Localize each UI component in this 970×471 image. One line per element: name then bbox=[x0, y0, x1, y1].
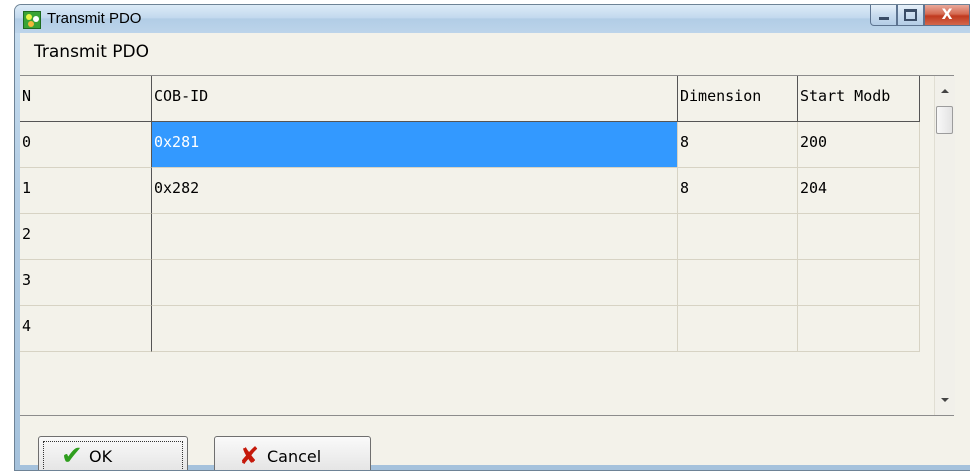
title-bar[interactable]: Transmit PDO X bbox=[15, 5, 970, 33]
close-icon: X bbox=[941, 7, 953, 23]
column-header-n[interactable]: N bbox=[20, 76, 152, 122]
table-row: 0 0x281 8 200 bbox=[20, 122, 920, 168]
start-modbus-cell[interactable] bbox=[798, 306, 920, 352]
scroll-thumb[interactable] bbox=[936, 106, 953, 134]
column-header-dimension[interactable]: Dimension bbox=[678, 76, 798, 122]
app-icon bbox=[23, 11, 41, 29]
dimension-cell[interactable]: 8 bbox=[678, 168, 798, 214]
row-header[interactable]: 2 bbox=[20, 214, 152, 260]
cob-id-cell[interactable] bbox=[152, 214, 678, 260]
column-header-start-modbus[interactable]: Start Modb bbox=[798, 76, 920, 122]
cob-id-cell[interactable]: 0x281 bbox=[152, 122, 678, 168]
check-icon: ✔ bbox=[61, 441, 83, 471]
dimension-cell[interactable] bbox=[678, 306, 798, 352]
close-button[interactable]: X bbox=[924, 5, 970, 26]
dimension-cell[interactable] bbox=[678, 214, 798, 260]
scroll-up-icon[interactable] bbox=[941, 89, 949, 93]
cob-id-cell[interactable]: 0x282 bbox=[152, 168, 678, 214]
window-controls: X bbox=[870, 5, 970, 27]
dialog-window: Transmit PDO X Transmit PDO N COB-ID Dim… bbox=[14, 4, 970, 471]
table-row: 1 0x282 8 204 bbox=[20, 168, 920, 214]
start-modbus-cell[interactable] bbox=[798, 260, 920, 306]
row-header[interactable]: 0 bbox=[20, 122, 152, 168]
row-header[interactable]: 3 bbox=[20, 260, 152, 306]
window-title: Transmit PDO bbox=[47, 10, 142, 27]
table-header-row: N COB-ID Dimension Start Modb bbox=[20, 76, 920, 122]
minimize-icon bbox=[878, 17, 889, 20]
dimension-cell[interactable]: 8 bbox=[678, 122, 798, 168]
cob-id-cell[interactable] bbox=[152, 306, 678, 352]
start-modbus-cell[interactable] bbox=[798, 214, 920, 260]
cob-id-cell[interactable] bbox=[152, 260, 678, 306]
column-header-cob-id[interactable]: COB-ID bbox=[152, 76, 678, 122]
cancel-button[interactable]: ✘ Cancel bbox=[214, 436, 371, 470]
scroll-down-icon[interactable] bbox=[941, 398, 949, 402]
table-row: 4 bbox=[20, 306, 920, 352]
table-row: 2 bbox=[20, 214, 920, 260]
start-modbus-cell[interactable]: 204 bbox=[798, 168, 920, 214]
vertical-scrollbar[interactable] bbox=[934, 76, 955, 415]
ok-button[interactable]: ✔ OK bbox=[38, 436, 188, 471]
cross-icon: ✘ bbox=[239, 442, 260, 470]
table-row: 3 bbox=[20, 260, 920, 306]
minimize-button[interactable] bbox=[870, 5, 897, 26]
cancel-label: Cancel bbox=[267, 446, 322, 466]
dialog-heading: Transmit PDO bbox=[34, 42, 149, 62]
row-header[interactable]: 4 bbox=[20, 306, 152, 352]
maximize-button[interactable] bbox=[897, 5, 924, 26]
pdo-table: N COB-ID Dimension Start Modb 0 0x281 8 … bbox=[20, 75, 954, 416]
dimension-cell[interactable] bbox=[678, 260, 798, 306]
dialog-client-area: Transmit PDO N COB-ID Dimension Start Mo… bbox=[20, 33, 970, 470]
maximize-icon bbox=[904, 9, 917, 21]
start-modbus-cell[interactable]: 200 bbox=[798, 122, 920, 168]
row-header[interactable]: 1 bbox=[20, 168, 152, 214]
